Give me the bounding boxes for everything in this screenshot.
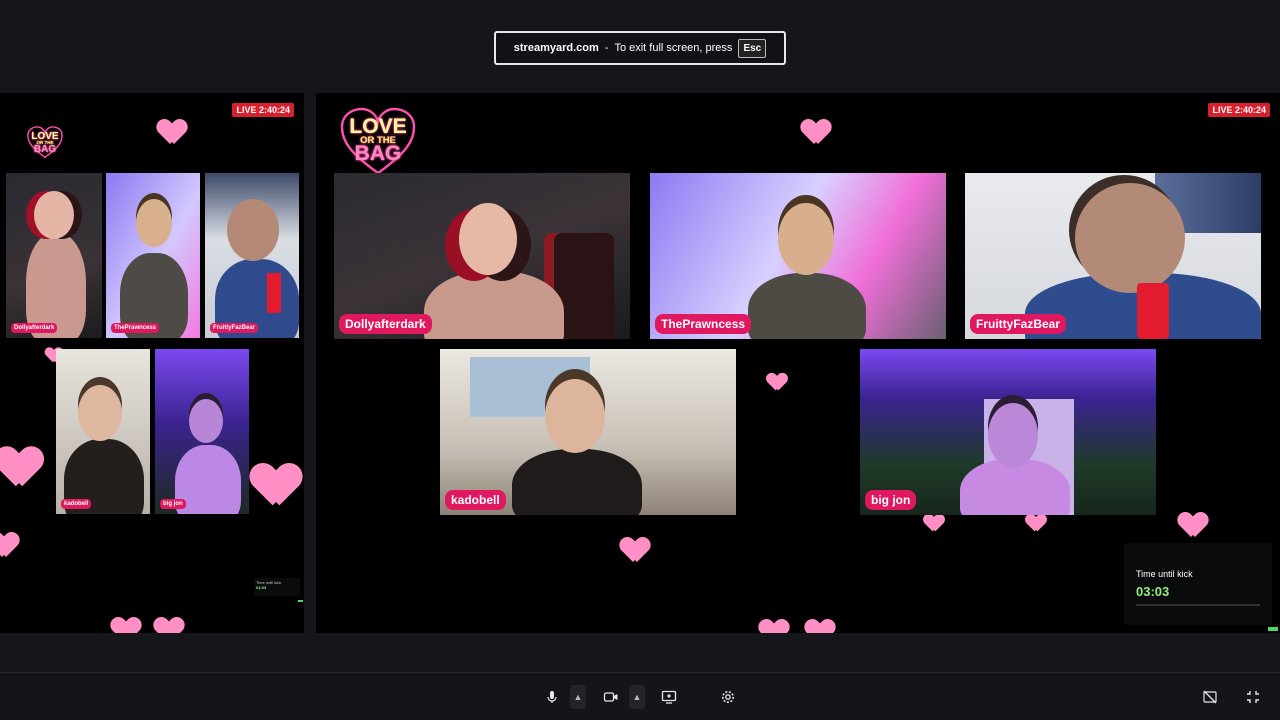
heart-decoration xyxy=(767,374,787,391)
participant-name: big jon xyxy=(865,490,917,510)
participant-name: Dollyafterdark xyxy=(11,323,58,333)
status-indicator xyxy=(298,600,303,602)
heart-decoration xyxy=(621,538,649,562)
microphone-icon[interactable] xyxy=(539,685,565,709)
timer-value: 03:03 xyxy=(1136,584,1170,599)
participant-name: FruittyFazBear xyxy=(970,314,1067,334)
participant-tile[interactable]: kadobell xyxy=(440,349,736,515)
bottom-toolbar: ▲ ▲ xyxy=(0,672,1280,720)
participant-name: kadobell xyxy=(445,490,506,510)
participant-tile[interactable]: ThePrawncess xyxy=(650,173,946,339)
heart-decoration xyxy=(155,618,183,633)
heart-decoration xyxy=(158,120,186,144)
heart-decoration xyxy=(1026,515,1046,532)
heart-decoration xyxy=(924,515,944,532)
timer-label: Time until kick xyxy=(1136,569,1193,579)
timer-mini: Time until kick 03:03 xyxy=(254,578,300,596)
participant-tile[interactable]: FruittyFazBear xyxy=(205,173,299,338)
timer-progress-track xyxy=(1136,604,1260,606)
notice-message: To exit full screen, press xyxy=(614,42,733,54)
logo-line-3: BAG xyxy=(33,144,57,156)
participant-name: ThePrawncess xyxy=(655,314,752,334)
heart-decoration xyxy=(0,533,18,557)
screen-share-icon[interactable] xyxy=(656,685,682,709)
heart-decoration xyxy=(760,620,788,633)
heart-decoration xyxy=(252,465,300,506)
exit-fullscreen-icon[interactable] xyxy=(1240,685,1266,709)
heart-decoration xyxy=(802,120,830,144)
heart-decoration xyxy=(0,448,41,486)
notice-domain: streamyard.com xyxy=(513,42,599,54)
participant-tile[interactable]: Dollyafterdark xyxy=(6,173,102,338)
main-stage[interactable]: LIVE 2:40:24 LOVE OR THE BAG Dollyafterd… xyxy=(316,93,1280,633)
logo-line-3: BAG xyxy=(354,142,402,166)
live-badge: LIVE 2:40:24 xyxy=(232,103,294,117)
timer-mini-value: 03:03 xyxy=(256,585,267,590)
camera-icon[interactable] xyxy=(598,685,624,709)
live-badge: LIVE 2:40:24 xyxy=(1208,103,1270,117)
heart-decoration xyxy=(806,620,834,633)
logo-line-1: LOVE xyxy=(349,114,407,138)
status-indicator xyxy=(1268,627,1278,631)
heart-decoration xyxy=(112,618,140,633)
participant-name: big jon xyxy=(160,499,186,509)
chevron-up-icon[interactable]: ▲ xyxy=(629,685,645,709)
heart-decoration xyxy=(1179,513,1207,537)
participant-name: ThePrawncess xyxy=(111,323,160,333)
hide-video-icon[interactable] xyxy=(1197,685,1223,709)
participant-tile[interactable]: ThePrawncess xyxy=(106,173,200,338)
fullscreen-notice: streamyard.com - To exit full screen, pr… xyxy=(494,31,786,65)
participant-name: kadobell xyxy=(61,499,92,509)
participant-name: Dollyafterdark xyxy=(339,314,432,334)
esc-key-hint: Esc xyxy=(738,38,767,58)
settings-icon[interactable] xyxy=(715,685,741,709)
chevron-up-icon[interactable]: ▲ xyxy=(570,685,586,709)
love-or-the-bag-logo: LOVE OR THE BAG xyxy=(338,105,418,177)
kick-timer-card: Time until kick 03:03 xyxy=(1124,543,1272,625)
preview-stage[interactable]: LIVE 2:40:24 LOVE OR THE BAG Dollyafterd… xyxy=(0,93,304,633)
participant-tile[interactable]: kadobell xyxy=(56,349,150,514)
participant-name: FruittyFazBear xyxy=(210,323,259,333)
notice-separator: - xyxy=(604,42,609,54)
participant-tile[interactable]: big jon xyxy=(860,349,1156,515)
participant-tile[interactable]: big jon xyxy=(155,349,249,514)
participant-tile[interactable]: Dollyafterdark xyxy=(334,173,630,339)
streamyard-fullscreen: streamyard.com - To exit full screen, pr… xyxy=(0,0,1280,720)
participant-tile[interactable]: FruittyFazBear xyxy=(965,173,1261,339)
love-or-the-bag-logo: LOVE OR THE BAG xyxy=(26,125,64,161)
